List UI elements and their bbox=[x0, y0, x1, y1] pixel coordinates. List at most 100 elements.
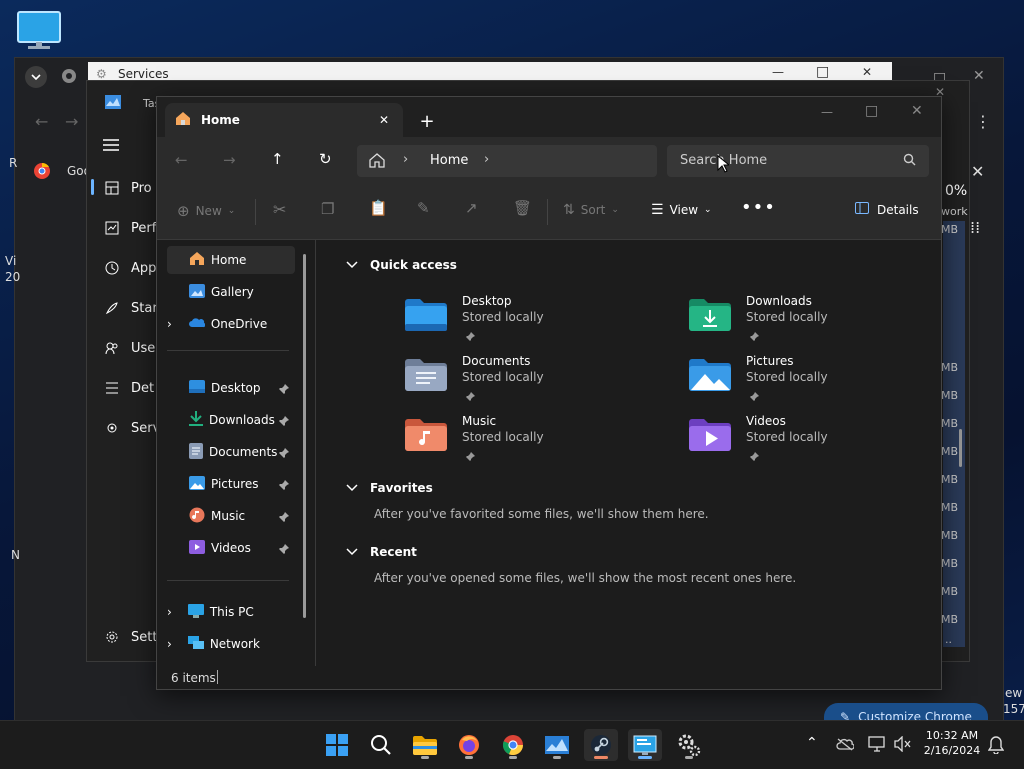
pin-icon[interactable] bbox=[279, 415, 289, 429]
chrome-edge-text-2: Vi bbox=[5, 254, 17, 268]
paste-icon[interactable]: 📋 bbox=[369, 199, 388, 217]
details-pane-button[interactable]: Details bbox=[855, 202, 919, 217]
cut-icon[interactable]: ✂ bbox=[273, 200, 286, 219]
chrome-close-panel-icon[interactable]: ✕ bbox=[971, 162, 984, 181]
chrome-menu-icon[interactable]: ⋮ bbox=[975, 112, 991, 131]
view-button[interactable]: ☰ View ⌄ bbox=[651, 202, 712, 218]
pin-icon[interactable] bbox=[466, 450, 475, 464]
back-icon[interactable]: ← bbox=[175, 151, 188, 169]
search-box[interactable]: Search Home bbox=[667, 145, 929, 177]
rename-icon[interactable]: ✎ bbox=[417, 199, 430, 217]
up-icon[interactable]: ↑ bbox=[271, 150, 284, 168]
taskbar-steam[interactable] bbox=[584, 729, 618, 761]
quick-access-header[interactable]: Quick access bbox=[346, 258, 457, 272]
quick-access-item-pictures[interactable]: Pictures Stored locally bbox=[688, 354, 948, 410]
search-icon[interactable] bbox=[903, 153, 916, 169]
sort-button[interactable]: ⇅ Sort ⌄ bbox=[563, 202, 619, 218]
quick-access-item-music[interactable]: Music Stored locally bbox=[404, 414, 664, 470]
expand-chevron-icon[interactable]: › bbox=[167, 605, 172, 619]
chrome-close-icon[interactable]: ✕ bbox=[973, 68, 985, 84]
collapse-chevron-icon[interactable] bbox=[346, 548, 358, 556]
sidebar-item-gallery[interactable]: Gallery bbox=[167, 278, 295, 306]
expand-chevron-icon[interactable]: › bbox=[167, 317, 172, 331]
network-status-icon[interactable] bbox=[868, 736, 886, 755]
chrome-tab-search-button[interactable] bbox=[25, 66, 47, 88]
quick-access-item-videos[interactable]: Videos Stored locally bbox=[688, 414, 948, 470]
pin-icon[interactable] bbox=[279, 511, 289, 525]
pin-icon[interactable] bbox=[750, 330, 759, 344]
sidebar-item-videos[interactable]: Videos bbox=[167, 534, 295, 562]
quick-access-item-documents[interactable]: Documents Stored locally bbox=[404, 354, 664, 410]
sidebar-item-downloads[interactable]: Downloads bbox=[167, 406, 295, 434]
sidebar-item-onedrive[interactable]: › OneDrive bbox=[167, 310, 295, 338]
forward-icon[interactable]: → bbox=[223, 151, 236, 169]
sidebar-item-documents[interactable]: Documents bbox=[167, 438, 295, 466]
taskbar-task-manager[interactable] bbox=[540, 729, 574, 761]
recent-header[interactable]: Recent bbox=[346, 545, 417, 559]
quick-access-item-desktop[interactable]: Desktop Stored locally bbox=[404, 294, 664, 350]
taskbar-search-button[interactable] bbox=[364, 729, 398, 761]
task-manager-scrollbar[interactable] bbox=[959, 429, 962, 467]
breadcrumb-chevron-icon[interactable]: › bbox=[484, 152, 489, 167]
close-window-icon[interactable]: ✕ bbox=[911, 103, 923, 119]
new-button[interactable]: ⊕ New ⌄ bbox=[177, 202, 235, 220]
breadcrumb-chevron-icon[interactable]: › bbox=[403, 152, 408, 167]
clock[interactable]: 10:32 AM 2/16/2024 bbox=[918, 729, 986, 757]
pin-icon[interactable] bbox=[279, 383, 289, 397]
volume-muted-icon[interactable] bbox=[894, 735, 912, 755]
pin-icon[interactable] bbox=[279, 447, 289, 461]
pin-icon[interactable] bbox=[279, 479, 289, 493]
services-minimize-icon[interactable]: — bbox=[772, 65, 784, 79]
explorer-tab-home[interactable]: Home ✕ bbox=[165, 103, 403, 137]
sidebar-item-home[interactable]: Home bbox=[167, 246, 295, 274]
collapse-chevron-icon[interactable] bbox=[346, 484, 358, 492]
address-bar[interactable]: › Home › bbox=[357, 145, 657, 177]
address-home-icon[interactable] bbox=[369, 153, 385, 171]
chrome-apps-icon[interactable]: ⁞⁞ bbox=[970, 218, 980, 237]
pin-icon[interactable] bbox=[750, 390, 759, 404]
copy-icon[interactable]: ❐ bbox=[321, 200, 334, 218]
this-pc-desktop-icon[interactable] bbox=[16, 10, 62, 50]
sidebar-item-desktop[interactable]: Desktop bbox=[167, 374, 295, 402]
minimize-icon[interactable]: — bbox=[821, 105, 833, 119]
pin-icon[interactable] bbox=[466, 330, 475, 344]
sidebar-item-pictures[interactable]: Pictures bbox=[167, 470, 295, 498]
share-icon[interactable]: ↗ bbox=[465, 199, 478, 217]
delete-icon[interactable]: 🗑 bbox=[513, 199, 532, 217]
pin-icon[interactable] bbox=[750, 450, 759, 464]
chrome-forward-icon[interactable]: → bbox=[65, 112, 78, 131]
gallery-icon bbox=[189, 283, 205, 301]
onedrive-status-icon[interactable] bbox=[836, 737, 855, 754]
favorites-header[interactable]: Favorites bbox=[346, 481, 433, 495]
taskbar-firefox[interactable] bbox=[452, 729, 486, 761]
sidebar-item-music[interactable]: Music bbox=[167, 502, 295, 530]
breadcrumb-home[interactable]: Home bbox=[430, 153, 468, 168]
maximize-icon[interactable]: □ bbox=[865, 103, 878, 119]
task-manager-menu-icon[interactable] bbox=[103, 139, 119, 154]
taskbar-control-panel[interactable] bbox=[628, 729, 662, 761]
more-options-icon[interactable]: ••• bbox=[741, 197, 776, 218]
pin-icon[interactable] bbox=[466, 390, 475, 404]
refresh-icon[interactable]: ↻ bbox=[319, 150, 332, 168]
taskbar-chrome[interactable] bbox=[496, 729, 530, 761]
close-tab-icon[interactable]: ✕ bbox=[379, 113, 389, 127]
services-maximize-icon[interactable]: □ bbox=[816, 64, 829, 80]
pin-icon[interactable] bbox=[279, 543, 289, 557]
services-close-icon[interactable]: ✕ bbox=[862, 65, 872, 79]
sidebar-scrollbar[interactable] bbox=[303, 254, 306, 618]
documents-icon bbox=[189, 442, 203, 462]
expand-chevron-icon[interactable]: › bbox=[167, 637, 172, 651]
taskbar-file-explorer[interactable] bbox=[408, 729, 442, 761]
new-tab-icon[interactable]: + bbox=[415, 109, 439, 133]
collapse-chevron-icon[interactable] bbox=[346, 261, 358, 269]
quick-access-heading: Quick access bbox=[370, 258, 457, 272]
chrome-back-icon[interactable]: ← bbox=[35, 112, 48, 131]
show-hidden-icons-chevron-icon[interactable]: ⌃ bbox=[806, 735, 818, 751]
google-bookmark-icon[interactable] bbox=[33, 162, 51, 183]
taskbar-services[interactable] bbox=[672, 729, 706, 761]
quick-access-item-downloads[interactable]: Downloads Stored locally bbox=[688, 294, 948, 350]
sidebar-item-this-pc[interactable]: › This PC bbox=[167, 598, 295, 626]
notifications-bell-icon[interactable] bbox=[987, 736, 1005, 757]
start-button[interactable] bbox=[320, 729, 354, 761]
sidebar-item-network[interactable]: › Network bbox=[167, 630, 295, 658]
